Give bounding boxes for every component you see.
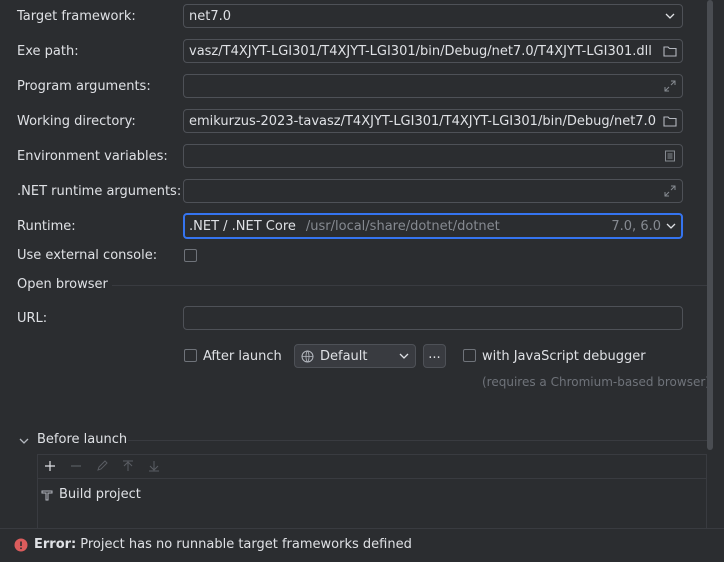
exe-path-field[interactable]: vasz/T4XJYT-LGI301/T4XJYT-LGI301/bin/Deb… xyxy=(183,39,683,63)
expand-icon[interactable] xyxy=(658,185,682,197)
browser-select[interactable]: Default xyxy=(294,344,416,368)
url-field[interactable] xyxy=(183,306,683,330)
url-label: URL: xyxy=(17,311,48,326)
js-debugger-label: with JavaScript debugger xyxy=(482,349,646,364)
runtime-path: /usr/local/share/dotnet/dotnet xyxy=(305,218,500,234)
open-browser-title: Open browser xyxy=(17,277,108,292)
runtime-label: Runtime: xyxy=(17,219,76,234)
folder-icon[interactable] xyxy=(658,115,682,127)
browser-value: Default xyxy=(320,348,368,364)
external-console-label: Use external console: xyxy=(17,248,158,263)
js-debugger-hint: (requires a Chromium-based browser) xyxy=(482,375,710,389)
add-icon[interactable] xyxy=(42,458,58,474)
environment-variables-label: Environment variables: xyxy=(17,149,168,164)
exe-path-label: Exe path: xyxy=(17,44,79,59)
js-debugger-checkbox[interactable] xyxy=(463,349,476,362)
before-launch-title: Before launch xyxy=(37,432,128,447)
net-runtime-arguments-label: .NET runtime arguments: xyxy=(17,184,182,199)
move-up-icon[interactable] xyxy=(120,458,136,474)
error-text: Project has no runnable target framework… xyxy=(80,537,412,552)
section-divider xyxy=(112,285,707,286)
runtime-name: .NET / .NET Core xyxy=(189,218,296,234)
target-framework-value: net7.0 xyxy=(189,8,232,24)
external-console-checkbox[interactable] xyxy=(184,249,197,262)
move-down-icon[interactable] xyxy=(146,458,162,474)
before-launch-toggle[interactable] xyxy=(19,432,29,446)
section-divider xyxy=(128,440,707,441)
runtime-versions: 7.0, 6.0 xyxy=(611,218,661,234)
document-icon[interactable] xyxy=(658,150,682,162)
working-directory-value: emikurzus-2023-tavasz/T4XJYT-LGI301/T4XJ… xyxy=(189,113,656,129)
edit-icon[interactable] xyxy=(94,458,110,474)
after-launch-checkbox[interactable] xyxy=(184,349,197,362)
expand-icon[interactable] xyxy=(658,80,682,92)
globe-icon xyxy=(295,350,314,363)
program-arguments-field[interactable] xyxy=(183,74,683,98)
working-directory-field[interactable]: emikurzus-2023-tavasz/T4XJYT-LGI301/T4XJ… xyxy=(183,109,683,133)
task-label: Build project xyxy=(59,487,141,502)
target-framework-label: Target framework: xyxy=(17,9,136,24)
program-arguments-label: Program arguments: xyxy=(17,79,151,94)
exe-path-value: vasz/T4XJYT-LGI301/T4XJYT-LGI301/bin/Deb… xyxy=(189,43,652,59)
target-framework-select[interactable]: net7.0 xyxy=(183,4,683,28)
scrollbar-thumb[interactable] xyxy=(707,0,713,450)
browser-more-button[interactable]: ... xyxy=(423,344,446,368)
environment-variables-field[interactable] xyxy=(183,144,683,168)
error-prefix: Error: xyxy=(34,537,77,552)
list-item[interactable]: Build project xyxy=(40,487,141,502)
chevron-down-icon xyxy=(661,223,681,229)
working-directory-label: Working directory: xyxy=(17,114,136,129)
runtime-select[interactable]: .NET / .NET Core /usr/local/share/dotnet… xyxy=(183,213,683,239)
chevron-down-icon xyxy=(399,353,415,359)
error-message: Error: Project has no runnable target fr… xyxy=(14,537,412,552)
chevron-down-icon xyxy=(658,13,682,19)
after-launch-label: After launch xyxy=(203,349,282,364)
folder-icon[interactable] xyxy=(658,45,682,57)
error-icon xyxy=(14,538,28,551)
toolbar-divider xyxy=(38,478,706,479)
build-icon xyxy=(41,490,53,500)
chevron-down-icon xyxy=(19,438,29,444)
remove-icon[interactable] xyxy=(68,458,84,474)
net-runtime-arguments-field[interactable] xyxy=(183,179,683,203)
